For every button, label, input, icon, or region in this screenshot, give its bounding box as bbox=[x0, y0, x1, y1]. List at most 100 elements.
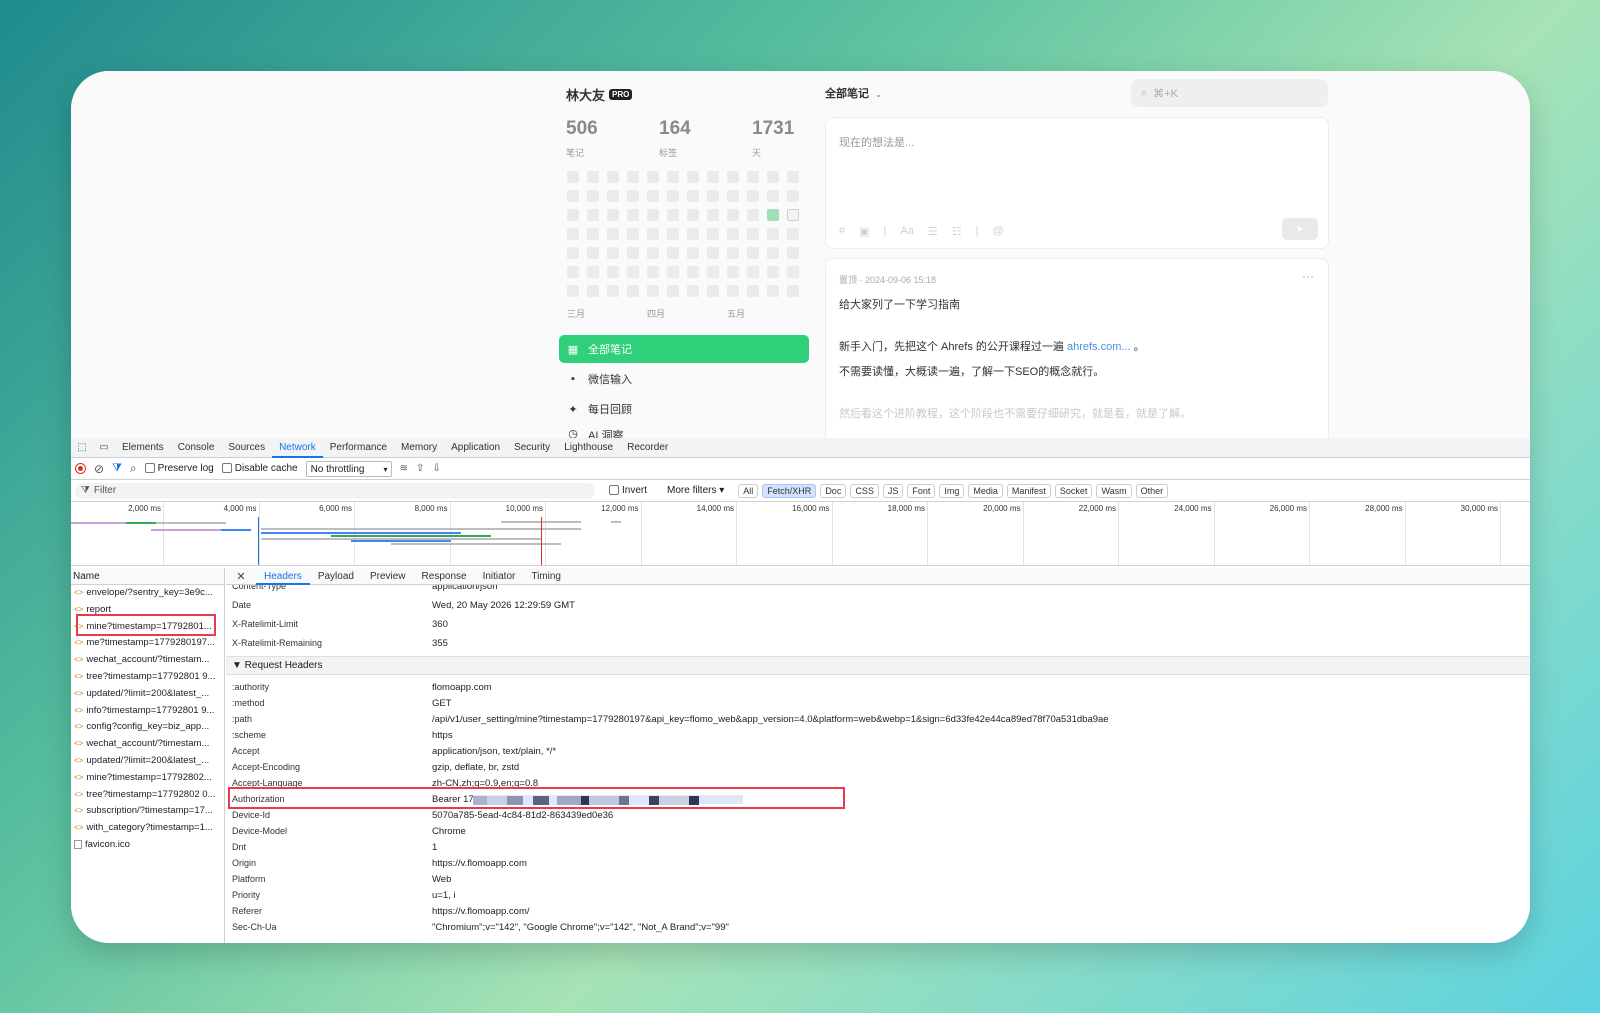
sidebar-item-wechat[interactable]: ▪ 微信输入 bbox=[559, 365, 809, 393]
table-row[interactable]: <> info?timestamp=17792801 9... bbox=[71, 703, 224, 720]
throttling-select[interactable]: No throttling ▾ bbox=[305, 460, 392, 477]
invert-checkbox[interactable]: Invert bbox=[609, 485, 647, 496]
header-value[interactable]: gzip, deflate, br, zstd bbox=[432, 762, 519, 773]
filter-chip-css[interactable]: CSS bbox=[850, 483, 879, 498]
header-value[interactable]: 360 bbox=[432, 619, 448, 630]
upload-icon[interactable]: ⇪ bbox=[416, 463, 424, 474]
sidebar-item-daily-review[interactable]: ✦ 每日回顾 bbox=[559, 395, 809, 423]
tab-memory[interactable]: Memory bbox=[394, 438, 444, 458]
note-editor[interactable]: 现在的想法是... # ▣ | Aa ☰ ☷ | @ ➤ bbox=[825, 117, 1329, 249]
detail-tab-headers[interactable]: Headers bbox=[256, 568, 310, 585]
tab-console[interactable]: Console bbox=[171, 438, 222, 458]
header-name: :method bbox=[232, 698, 265, 708]
filter-chip-all[interactable]: All bbox=[738, 483, 759, 498]
close-icon[interactable]: ✕ bbox=[226, 570, 256, 583]
clear-icon[interactable]: ⊘ bbox=[94, 462, 104, 476]
network-overview-timeline[interactable]: 2,000 ms 4,000 ms 6,000 ms 8,000 ms 10,000 m… bbox=[71, 502, 1530, 566]
user-name[interactable]: 林大友 PRO bbox=[566, 85, 633, 104]
tab-performance[interactable]: Performance bbox=[323, 438, 394, 458]
name-column-header[interactable]: Name bbox=[71, 568, 224, 585]
tab-elements[interactable]: Elements bbox=[115, 438, 171, 458]
detail-tab-response[interactable]: Response bbox=[414, 568, 475, 585]
filter-icon[interactable]: ⧩ bbox=[112, 462, 122, 475]
header-value[interactable]: /api/v1/user_setting/mine?timestamp=1779… bbox=[432, 714, 1109, 725]
header-value[interactable]: Web bbox=[432, 874, 451, 885]
more-filters-dropdown[interactable]: More filters ▾ bbox=[667, 485, 724, 496]
tab-lighthouse[interactable]: Lighthouse bbox=[557, 438, 620, 458]
table-row[interactable]: <> wechat_account/?timestam... bbox=[71, 736, 224, 753]
table-row[interactable]: <> mine?timestamp=17792802... bbox=[71, 770, 224, 787]
tab-network[interactable]: Network bbox=[272, 438, 323, 458]
table-row[interactable]: <> config?config_key=biz_app... bbox=[71, 719, 224, 736]
header-value[interactable]: application/json, text/plain, */* bbox=[432, 746, 556, 757]
hashtag-icon[interactable]: # bbox=[839, 225, 845, 238]
table-row[interactable]: <> tree?timestamp=17792801 9... bbox=[71, 669, 224, 686]
detail-tab-preview[interactable]: Preview bbox=[362, 568, 414, 585]
heatmap-cell bbox=[747, 209, 759, 221]
table-row[interactable]: <> wechat_account/?timestam... bbox=[71, 652, 224, 669]
header-value[interactable]: Wed, 20 May 2026 12:29:59 GMT bbox=[432, 600, 575, 611]
filter-chip-socket[interactable]: Socket bbox=[1054, 483, 1093, 498]
image-icon[interactable]: ▣ bbox=[859, 225, 869, 238]
header-value[interactable]: 1 bbox=[432, 842, 437, 853]
table-row[interactable]: <> updated/?limit=200&latest_... bbox=[71, 753, 224, 770]
request-headers-section[interactable]: ▼ Request Headers bbox=[226, 656, 1530, 675]
header-value[interactable]: GET bbox=[432, 698, 452, 709]
tab-application[interactable]: Application bbox=[444, 438, 507, 458]
filter-chip-media[interactable]: Media bbox=[968, 483, 1003, 498]
table-row[interactable]: <> subscription/?timestamp=17... bbox=[71, 803, 224, 820]
mention-icon[interactable]: @ bbox=[992, 225, 1003, 238]
more-icon[interactable]: ··· bbox=[1302, 269, 1314, 283]
filter-chip-js[interactable]: JS bbox=[882, 483, 904, 498]
header-value[interactable]: https bbox=[432, 730, 453, 741]
filter-input[interactable]: ⧩ Filter bbox=[75, 482, 595, 499]
header-value[interactable]: https://v.flomoapp.com bbox=[432, 858, 527, 869]
wifi-icon[interactable]: ≋ bbox=[400, 463, 408, 474]
ordered-list-icon[interactable]: ☷ bbox=[952, 225, 962, 238]
filter-chip-doc[interactable]: Doc bbox=[820, 483, 847, 498]
font-icon[interactable]: Aa bbox=[900, 225, 913, 238]
feed-selector[interactable]: 全部笔记 ⌄ bbox=[825, 85, 882, 101]
note-card[interactable]: 置顶 · 2024-09-06 15:18 ··· 给大家列了一下学习指南 新手… bbox=[825, 258, 1329, 448]
tab-recorder[interactable]: Recorder bbox=[620, 438, 675, 458]
filter-chip-fetchxhr[interactable]: Fetch/XHR bbox=[762, 483, 817, 498]
header-value[interactable]: application/json bbox=[432, 585, 498, 592]
table-row[interactable]: favicon.ico bbox=[71, 837, 224, 854]
detail-tab-payload[interactable]: Payload bbox=[310, 568, 362, 585]
header-value[interactable]: "Chromium";v="142", "Google Chrome";v="1… bbox=[432, 922, 729, 933]
table-row[interactable]: <> envelope/?sentry_key=3e9c... bbox=[71, 585, 224, 602]
list-icon[interactable]: ☰ bbox=[928, 225, 938, 238]
filter-chip-font[interactable]: Font bbox=[907, 483, 936, 498]
sidebar-item-all-notes[interactable]: ▦ 全部笔记 bbox=[559, 335, 809, 363]
header-value[interactable]: u=1, i bbox=[432, 890, 456, 901]
table-row[interactable]: <> updated/?limit=200&latest_... bbox=[71, 686, 224, 703]
search-icon[interactable]: ⌕ bbox=[130, 461, 137, 476]
download-icon[interactable]: ⇩ bbox=[432, 463, 440, 474]
header-value[interactable]: 5070a785-5ead-4c84-81d2-863439ed0e36 bbox=[432, 810, 613, 821]
header-value[interactable]: Chrome bbox=[432, 826, 466, 837]
inspect-icon[interactable]: ⬚ bbox=[71, 442, 93, 453]
tab-security[interactable]: Security bbox=[507, 438, 557, 458]
table-row[interactable]: <> me?timestamp=1779280197... bbox=[71, 635, 224, 652]
note-link[interactable]: ahrefs.com... bbox=[1067, 341, 1131, 353]
record-icon[interactable] bbox=[75, 463, 86, 474]
table-row[interactable]: <> tree?timestamp=17792802 0... bbox=[71, 787, 224, 804]
filter-chip-manifest[interactable]: Manifest bbox=[1006, 483, 1051, 498]
table-row[interactable]: <> with_category?timestamp=1... bbox=[71, 820, 224, 837]
preserve-log-checkbox[interactable]: Preserve log bbox=[144, 463, 214, 474]
disable-cache-checkbox[interactable]: Disable cache bbox=[221, 463, 298, 474]
heatmap-cell bbox=[627, 209, 639, 221]
filter-chip-wasm[interactable]: Wasm bbox=[1096, 483, 1132, 498]
search-input[interactable]: ⌕ ⌘+K bbox=[1131, 79, 1328, 107]
header-value[interactable]: 355 bbox=[432, 638, 448, 649]
send-button[interactable]: ➤ bbox=[1282, 218, 1318, 240]
header-value[interactable]: https://v.flomoapp.com/ bbox=[432, 906, 530, 917]
heatmap-cell bbox=[647, 228, 659, 240]
tab-sources[interactable]: Sources bbox=[221, 438, 272, 458]
filter-chip-img[interactable]: Img bbox=[939, 483, 965, 498]
detail-tab-timing[interactable]: Timing bbox=[523, 568, 569, 585]
header-value[interactable]: flomoapp.com bbox=[432, 682, 492, 693]
detail-tab-initiator[interactable]: Initiator bbox=[475, 568, 524, 585]
device-toggle-icon[interactable]: ▭ bbox=[93, 442, 115, 453]
filter-chip-other[interactable]: Other bbox=[1135, 483, 1169, 498]
